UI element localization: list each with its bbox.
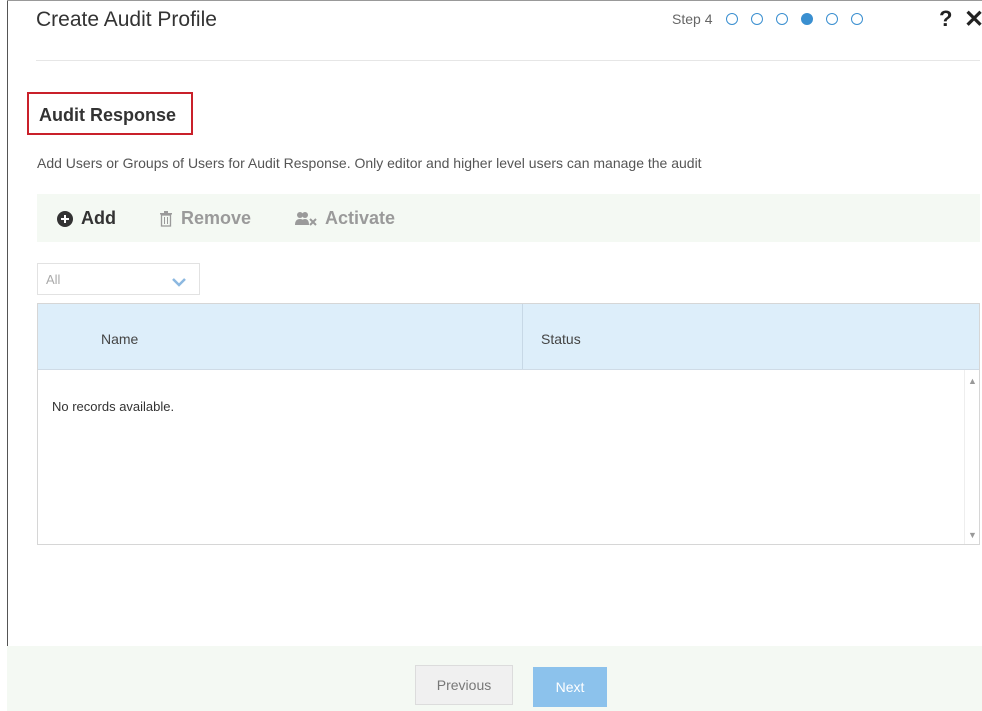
- step-indicator: Step 4: [672, 11, 876, 27]
- filter-selected-value: All: [46, 272, 61, 287]
- column-header-name[interactable]: Name: [101, 331, 138, 347]
- column-divider: [522, 304, 523, 369]
- add-label: Add: [81, 208, 116, 228]
- column-header-status[interactable]: Status: [541, 331, 581, 347]
- step-dot-5: [826, 13, 839, 25]
- section-title-highlight: Audit Response: [27, 92, 193, 135]
- users-activate-icon: [295, 211, 317, 227]
- help-icon[interactable]: ?: [939, 6, 952, 32]
- status-filter-dropdown[interactable]: All: [37, 263, 200, 295]
- dialog-header: Create Audit Profile Step 4 ? ✕: [36, 5, 982, 38]
- scroll-down-icon[interactable]: ▼: [968, 530, 977, 540]
- section-description: Add Users or Groups of Users for Audit R…: [37, 155, 702, 171]
- next-button[interactable]: Next: [533, 667, 607, 707]
- section-title: Audit Response: [39, 105, 177, 125]
- step-label: Step 4: [672, 11, 713, 27]
- remove-label: Remove: [181, 208, 252, 228]
- step-dot-6: [851, 13, 864, 25]
- window-top-border: [7, 0, 982, 1]
- step-dot-4-current: [801, 13, 814, 25]
- activate-button[interactable]: Activate: [295, 208, 395, 229]
- dialog-title: Create Audit Profile: [36, 8, 217, 31]
- grid-toolbar: Add Remove Activate: [37, 194, 980, 242]
- add-button[interactable]: Add: [57, 208, 116, 229]
- window-left-border: [7, 0, 8, 711]
- audit-response-grid: Name Status No records available. ▲ ▼: [37, 303, 980, 545]
- grid-body: No records available. ▲ ▼: [38, 370, 979, 544]
- scroll-up-icon[interactable]: ▲: [968, 376, 977, 386]
- step-dot-3: [776, 13, 789, 25]
- remove-button[interactable]: Remove: [159, 208, 251, 229]
- step-dot-1: [726, 13, 739, 25]
- header-divider: [36, 60, 980, 61]
- step-dot-2: [751, 13, 764, 25]
- empty-records-message: No records available.: [52, 399, 175, 414]
- grid-scrollbar[interactable]: ▲ ▼: [964, 370, 979, 544]
- activate-label: Activate: [325, 208, 396, 228]
- grid-header: Name Status: [38, 304, 979, 370]
- chevron-down-icon: [172, 274, 186, 292]
- previous-button[interactable]: Previous: [415, 665, 513, 705]
- dialog-footer: Previous Next: [7, 646, 982, 711]
- trash-icon: [159, 210, 173, 227]
- close-icon[interactable]: ✕: [964, 5, 982, 34]
- plus-circle-icon: [57, 210, 73, 227]
